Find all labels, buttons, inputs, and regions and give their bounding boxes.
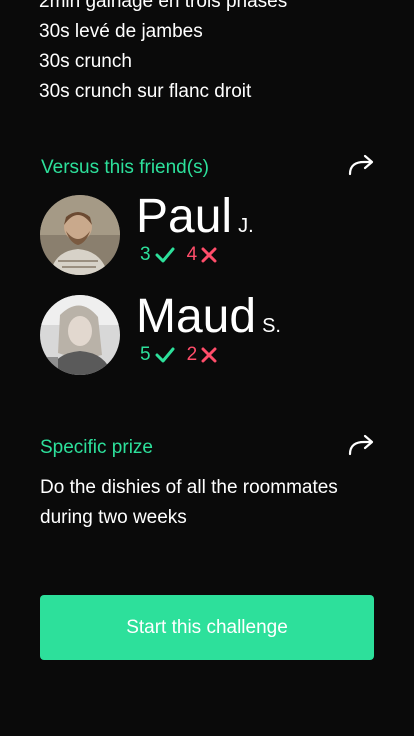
- cross-icon: [201, 247, 217, 263]
- avatar: [40, 295, 120, 375]
- losses-count: 2: [186, 344, 198, 365]
- share-arrow-icon[interactable]: [347, 153, 375, 177]
- losses-count: 4: [186, 244, 198, 265]
- score-row: 5 2: [140, 344, 217, 366]
- friend-first-name: Maud: [136, 290, 257, 343]
- share-arrow-icon[interactable]: [347, 433, 375, 457]
- wins-count: 3: [140, 244, 151, 265]
- exercise-item: 30s crunch sur flanc droit: [39, 81, 252, 102]
- exercise-item: 30s levé de jambes: [39, 21, 203, 42]
- friend-card[interactable]: Paul J. 3 4: [40, 190, 370, 275]
- prize-text: Do the dishies of all the roommates duri…: [40, 477, 338, 528]
- friend-name: Paul J.: [136, 189, 254, 245]
- friend-card[interactable]: Maud S. 5 2: [40, 290, 370, 375]
- avatar: [40, 195, 120, 275]
- versus-title: Versus this friend(s): [41, 157, 209, 178]
- check-icon: [155, 247, 175, 263]
- exercise-item: 2min gainage en trois phases: [39, 0, 288, 12]
- check-icon: [155, 347, 175, 363]
- exercise-item: 30s crunch: [39, 51, 132, 72]
- friend-last-initial: J.: [238, 215, 254, 237]
- friend-name: Maud S.: [136, 289, 281, 345]
- start-challenge-button[interactable]: Start this challenge: [40, 595, 374, 660]
- wins-count: 5: [140, 344, 151, 365]
- friend-last-initial: S.: [262, 315, 281, 337]
- prize-title: Specific prize: [40, 437, 153, 458]
- score-row: 3 4: [140, 244, 217, 266]
- cross-icon: [201, 347, 217, 363]
- friend-first-name: Paul: [136, 190, 233, 243]
- exercise-list: 2min gainage en trois phases 30s levé de…: [39, 0, 287, 107]
